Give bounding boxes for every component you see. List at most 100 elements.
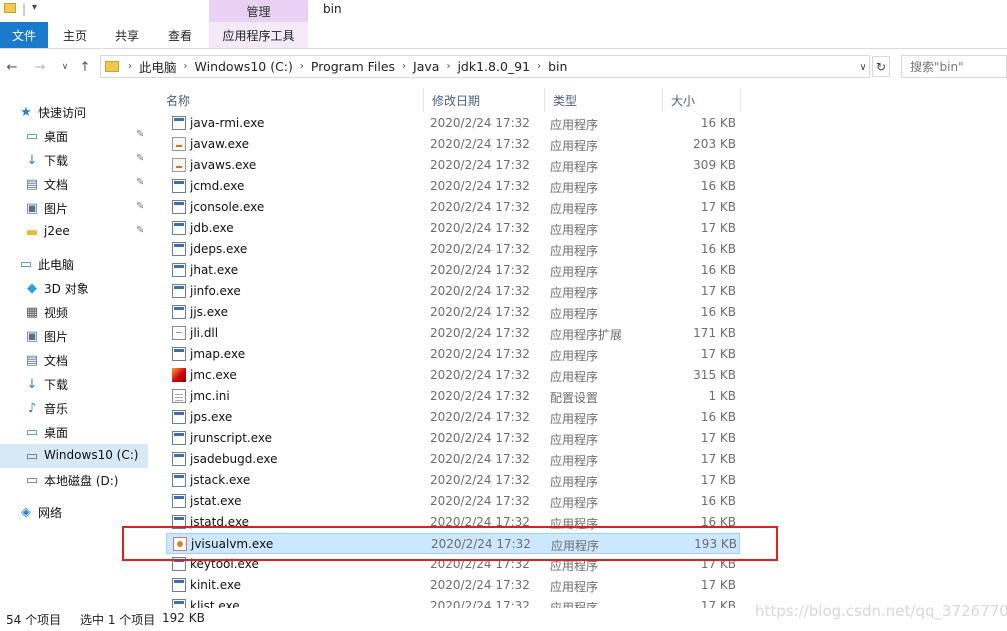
contextual-tab-group-manage[interactable]: 管理 [209,0,308,22]
refresh-icon[interactable]: ↻ [872,56,890,77]
sidebar-item[interactable]: ▭ 本地磁盘 (D:) [0,468,148,492]
breadcrumb-separator-icon[interactable]: › [128,61,132,72]
column-header-size[interactable]: 大小 [663,88,741,112]
file-type: 应用程序扩展 [550,328,623,342]
dll-file-icon [172,326,186,340]
application-icon [172,179,186,193]
sidebar-item[interactable]: ▭ 桌面 [0,420,148,444]
tab-view[interactable]: 查看 [157,22,203,48]
file-date: 2020/2/24 17:32 [430,263,530,277]
file-type: 应用程序 [550,601,599,608]
file-row[interactable]: jstack.exe 2020/2/24 17:32 应用程序 17 KB [166,470,740,491]
file-row[interactable]: jconsole.exe 2020/2/24 17:32 应用程序 17 KB [166,197,740,218]
column-header-type[interactable]: 类型 [545,88,663,112]
sidebar-item[interactable]: ◆ 3D 对象 [0,276,148,300]
highlight-box [122,526,778,561]
file-date: 2020/2/24 17:32 [430,347,530,361]
file-row[interactable]: jstat.exe 2020/2/24 17:32 应用程序 16 KB [166,491,740,512]
breadcrumb-program-files[interactable]: Program Files [311,59,395,74]
file-size: 17 KB [700,473,736,487]
search-box[interactable] [901,55,1007,78]
breadcrumb-drive-c[interactable]: Windows10 (C:) [195,59,293,74]
drive-icon: ▭ [25,448,39,464]
file-type: 应用程序 [550,160,599,174]
file-size: 17 KB [700,221,736,235]
file-row[interactable]: jli.dll 2020/2/24 17:32 应用程序扩展 171 KB [166,323,740,344]
breadcrumb-bin[interactable]: bin [548,59,567,74]
pin-icon[interactable]: ✎ [136,225,144,236]
breadcrumb-separator-icon[interactable]: › [184,61,188,72]
file-type: 配置设置 [550,391,599,405]
sidebar-item[interactable]: ▭ Windows10 (C:) [0,444,148,468]
pin-icon[interactable]: ✎ [136,201,144,212]
folder-icon: ▬ [25,224,39,240]
breadcrumb-separator-icon[interactable]: › [537,61,541,72]
file-row[interactable]: klist.exe 2020/2/24 17:32 应用程序 17 KB [166,596,740,608]
file-row[interactable]: jmc.exe 2020/2/24 17:32 应用程序 315 KB [166,365,740,386]
sidebar-item[interactable]: ◈ 网络 [0,500,148,524]
application-icon [172,452,186,466]
file-date: 2020/2/24 17:32 [430,116,530,130]
sidebar-item-label: 下载 [44,154,69,168]
tab-application-tools[interactable]: 应用程序工具 [209,22,308,48]
file-row[interactable]: jcmd.exe 2020/2/24 17:32 应用程序 16 KB [166,176,740,197]
quick-access-toolbar-dropdown-icon[interactable]: ▾ [32,2,37,13]
file-row[interactable]: jsadebugd.exe 2020/2/24 17:32 应用程序 17 KB [166,449,740,470]
file-row[interactable]: jinfo.exe 2020/2/24 17:32 应用程序 17 KB [166,281,740,302]
file-row[interactable]: jdeps.exe 2020/2/24 17:32 应用程序 16 KB [166,239,740,260]
address-bar[interactable]: › 此电脑 › Windows10 (C:) › Program Files ›… [100,55,870,78]
breadcrumb-this-pc[interactable]: 此电脑 [139,57,177,76]
sidebar-item[interactable]: ♪ 音乐 [0,396,148,420]
file-row[interactable]: kinit.exe 2020/2/24 17:32 应用程序 17 KB [166,575,740,596]
sidebar-item[interactable]: ▬ j2ee ✎ [0,220,148,244]
file-size: 16 KB [700,263,736,277]
column-header-date[interactable]: 修改日期 [424,88,545,112]
tab-home[interactable]: 主页 [52,22,98,48]
file-row[interactable]: java-rmi.exe 2020/2/24 17:32 应用程序 16 KB [166,113,740,134]
back-arrow-icon[interactable]: ← [3,58,21,76]
sidebar-item[interactable]: ▣ 图片 [0,324,148,348]
sidebar-item[interactable]: ↓ 下载 [0,372,148,396]
breadcrumb-jdk[interactable]: jdk1.8.0_91 [457,59,530,74]
file-row[interactable]: jmc.ini 2020/2/24 17:32 配置设置 1 KB [166,386,740,407]
sidebar-item[interactable]: ▤ 文档 [0,348,148,372]
tab-share[interactable]: 共享 [104,22,150,48]
pin-icon[interactable]: ✎ [136,129,144,140]
recent-locations-chevron-icon[interactable]: ∨ [56,58,74,76]
file-row[interactable]: jhat.exe 2020/2/24 17:32 应用程序 16 KB [166,260,740,281]
file-row[interactable]: jmap.exe 2020/2/24 17:32 应用程序 17 KB [166,344,740,365]
breadcrumb-separator-icon[interactable]: › [300,61,304,72]
search-input[interactable] [910,59,1002,74]
file-row[interactable]: jrunscript.exe 2020/2/24 17:32 应用程序 17 KB [166,428,740,449]
file-row[interactable]: jjs.exe 2020/2/24 17:32 应用程序 16 KB [166,302,740,323]
breadcrumb-java[interactable]: Java [413,59,439,74]
sidebar-item[interactable]: ▤ 文档 ✎ [0,172,148,196]
sidebar-item[interactable]: ▣ 图片 ✎ [0,196,148,220]
sidebar-item[interactable]: ★ 快速访问 [0,100,148,124]
file-row[interactable]: javaws.exe 2020/2/24 17:32 应用程序 309 KB [166,155,740,176]
breadcrumb-separator-icon[interactable]: › [402,61,406,72]
file-name: jstat.exe [190,494,242,508]
file-size: 315 KB [693,368,736,382]
file-name: jcmd.exe [190,179,245,193]
sidebar-item[interactable]: ▭ 桌面 ✎ [0,124,148,148]
file-size: 203 KB [693,137,736,151]
file-row[interactable]: javaw.exe 2020/2/24 17:32 应用程序 203 KB [166,134,740,155]
file-type: 应用程序 [550,307,599,321]
sidebar-item[interactable]: ▭ 此电脑 [0,252,148,276]
sidebar-item[interactable]: ▦ 视频 [0,300,148,324]
desktop-icon: ▭ [25,128,39,144]
folder-icon [4,3,16,13]
pin-icon[interactable]: ✎ [136,153,144,164]
file-row[interactable]: jps.exe 2020/2/24 17:32 应用程序 16 KB [166,407,740,428]
sidebar-item[interactable]: ↓ 下载 ✎ [0,148,148,172]
forward-arrow-icon[interactable]: → [31,58,49,76]
file-row[interactable]: jdb.exe 2020/2/24 17:32 应用程序 17 KB [166,218,740,239]
file-date: 2020/2/24 17:32 [430,410,530,424]
address-history-dropdown-icon[interactable]: ∨ [856,58,870,76]
breadcrumb-separator-icon[interactable]: › [446,61,450,72]
pin-icon[interactable]: ✎ [136,177,144,188]
up-arrow-icon[interactable]: ↑ [76,58,94,76]
tab-file[interactable]: 文件 [0,22,48,48]
file-name: jrunscript.exe [190,431,273,445]
